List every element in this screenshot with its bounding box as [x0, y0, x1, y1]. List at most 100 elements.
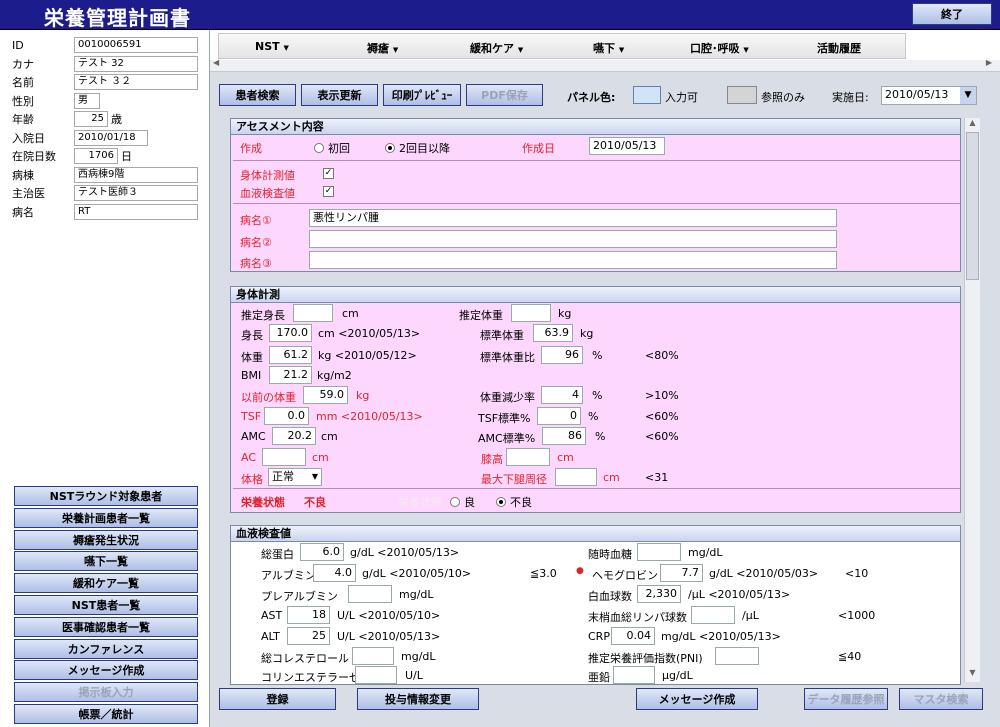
assessment-header: アセスメント内容	[231, 119, 960, 135]
nav-button[interactable]: メッセージ作成	[14, 660, 198, 681]
weight-loss-input[interactable]: 4	[541, 386, 583, 404]
threshold-60: <60%	[645, 430, 679, 443]
good-radio[interactable]: 良	[450, 494, 475, 510]
patient-field-value: 25	[74, 111, 108, 127]
alt-input[interactable]: 25	[287, 627, 330, 645]
nav-button[interactable]: NST患者一覧	[14, 595, 198, 615]
menu-item[interactable]: 口腔･呼吸 ▼	[690, 40, 749, 56]
cholesterol-input[interactable]	[352, 647, 394, 665]
menu-item[interactable]: 活動履歴	[817, 40, 861, 56]
unit-percent: %	[595, 430, 606, 443]
data-history-button[interactable]: データ履歴参照	[804, 688, 888, 710]
end-button[interactable]: 終了	[912, 3, 992, 25]
ac-input[interactable]	[262, 448, 306, 466]
est-weight-input[interactable]	[511, 304, 551, 322]
tsf-input[interactable]: 0.0	[264, 407, 309, 425]
crp-input[interactable]: 0.04	[611, 627, 655, 645]
chevron-down-icon[interactable]: ▼	[960, 87, 976, 104]
alert-dot-icon: ●	[576, 566, 584, 576]
tsf-std-input[interactable]: 0	[537, 407, 581, 425]
prealbumin-input[interactable]	[348, 585, 392, 603]
nav-button[interactable]: 褥瘡発生状況	[14, 529, 198, 550]
patient-field-value: 男	[74, 92, 100, 109]
patient-row: 在院日数 1706 日	[12, 147, 132, 165]
chevron-down-icon: ▼	[283, 44, 289, 52]
albumin-input[interactable]: 4.0	[313, 564, 356, 582]
patient-row: 名前 テスト ３２	[12, 73, 198, 91]
zinc-input[interactable]	[613, 666, 655, 684]
bmi-label: BMI	[241, 369, 262, 382]
nav-button[interactable]: 医事確認患者一覧	[14, 616, 198, 637]
knee-height-input[interactable]	[506, 448, 550, 466]
amc-std-input[interactable]: 86	[542, 427, 586, 445]
blood-header: 血液検査値	[231, 526, 960, 542]
register-button[interactable]: 登録	[219, 688, 336, 710]
horizontal-scrollbar[interactable]: ◀ ▶	[210, 58, 1000, 72]
wbc-input[interactable]: 2,330	[637, 585, 681, 603]
unit-kg: kg	[356, 389, 370, 402]
patient-field-label: ID	[12, 38, 24, 52]
second-radio[interactable]: 2回目以降	[385, 140, 450, 156]
blood-checkbox[interactable]: ✓	[323, 186, 334, 197]
hemoglobin-threshold: <10	[845, 567, 869, 580]
nav-button[interactable]: 掲示板入力	[14, 682, 198, 703]
refresh-button[interactable]: 表示更新	[301, 84, 378, 106]
bad-radio[interactable]: 不良	[496, 494, 532, 510]
scroll-thumb[interactable]	[966, 132, 979, 280]
divider	[233, 488, 960, 489]
nav-button[interactable]: 帳票／統計	[14, 704, 198, 724]
pni-input[interactable]	[715, 647, 759, 665]
nav-button[interactable]: カンファレンス	[14, 638, 198, 659]
weight-input[interactable]: 61.2	[269, 346, 312, 364]
body-checkbox[interactable]: ✓	[323, 168, 334, 179]
tsf-label: TSF	[241, 410, 262, 423]
pni-label: 推定栄養評価指数(PNI)	[588, 652, 703, 665]
blood-sugar-input[interactable]	[637, 543, 681, 561]
created-date-input[interactable]: 2010/05/13	[589, 137, 665, 155]
amc-std-label: AMC標準%	[478, 432, 536, 445]
frame-select[interactable]: 正常 ▼	[268, 468, 322, 486]
height-label: 身長	[241, 329, 263, 342]
amc-input[interactable]: 20.2	[272, 427, 316, 445]
menu-item[interactable]: 嚥下 ▼	[593, 40, 624, 56]
std-ratio-input[interactable]: 96	[541, 346, 583, 364]
divider	[233, 160, 960, 161]
calf-input[interactable]	[555, 468, 597, 486]
ast-input[interactable]: 18	[287, 606, 330, 624]
hemoglobin-input[interactable]: 7.7	[660, 564, 703, 582]
cholinesterase-unit: U/L	[405, 669, 423, 682]
bmi-input[interactable]: 21.2	[269, 366, 312, 384]
nav-button[interactable]: 緩和ケア一覧	[14, 573, 198, 594]
nav-button[interactable]: 栄養計画患者一覧	[14, 507, 198, 528]
menu-item[interactable]: NST ▼	[255, 40, 289, 53]
vertical-scrollbar[interactable]: ▲ ▼	[964, 118, 980, 682]
menu-item[interactable]: 緩和ケア ▼	[470, 40, 523, 56]
disease1-input[interactable]: 悪性リンパ腫	[309, 209, 837, 227]
total-protein-input[interactable]: 6.0	[300, 543, 344, 561]
input-ok-swatch	[633, 86, 661, 104]
nav-button[interactable]: 嚥下一覧	[14, 551, 198, 572]
disease3-input[interactable]	[309, 251, 837, 269]
prev-weight-input[interactable]: 59.0	[303, 386, 348, 404]
disease2-input[interactable]	[309, 230, 837, 248]
body-check-label: 身体計測値	[240, 169, 295, 182]
master-search-button[interactable]: マスタ検索	[899, 688, 983, 710]
std-weight-input[interactable]: 63.9	[533, 324, 573, 342]
lymphocyte-input[interactable]	[691, 606, 735, 624]
date-select[interactable]: 2010/05/13 ▼	[881, 86, 977, 105]
blood-check-label: 血液検査値	[240, 187, 295, 200]
height-input[interactable]: 170.0	[269, 324, 312, 342]
patient-row: 病棟 西病棟9階	[12, 166, 198, 184]
print-preview-button[interactable]: 印刷ﾌﾟﾚﾋﾞｭｰ	[383, 84, 461, 106]
cholinesterase-input[interactable]	[355, 666, 397, 684]
crp-label: CRP	[588, 630, 610, 643]
menu-item[interactable]: 褥瘡 ▼	[367, 40, 398, 56]
hemoglobin-date: g/dL <2010/05/03>	[709, 567, 819, 580]
pdf-save-button[interactable]: PDF保存	[466, 84, 543, 106]
est-height-input[interactable]	[293, 304, 333, 322]
dose-change-button[interactable]: 投与情報変更	[357, 688, 479, 710]
message-create-button[interactable]: メッセージ作成	[636, 688, 758, 710]
nav-button[interactable]: NSTラウンド対象患者	[14, 486, 198, 506]
first-radio[interactable]: 初回	[314, 140, 350, 156]
patient-search-button[interactable]: 患者検索	[219, 84, 296, 106]
